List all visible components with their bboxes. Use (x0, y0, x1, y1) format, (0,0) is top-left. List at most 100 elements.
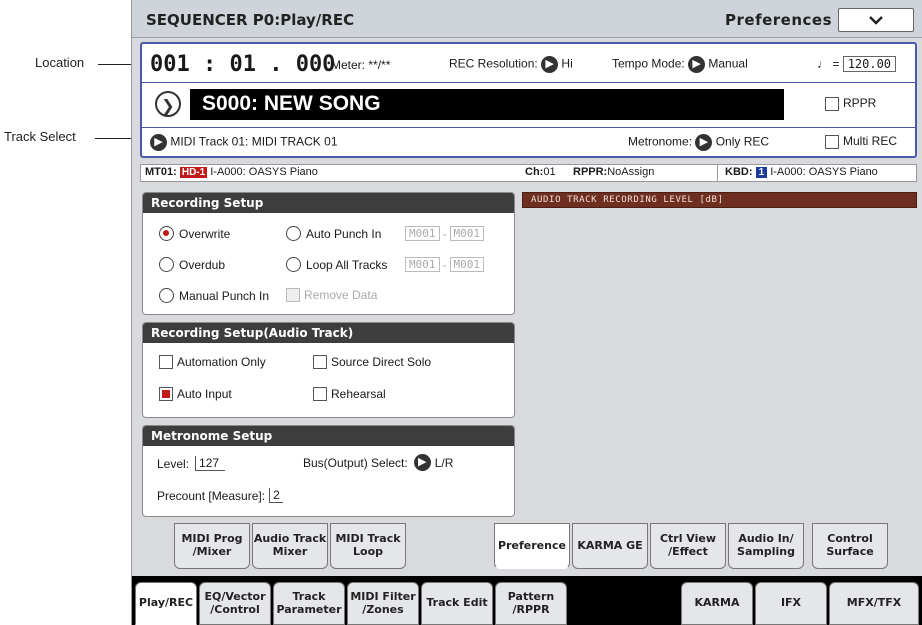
multi-rec-checkbox[interactable]: Multi REC (825, 134, 897, 149)
source-direct-solo-option[interactable]: Source Direct Solo (313, 355, 431, 369)
loop-all-option[interactable]: Loop All Tracks (286, 257, 387, 272)
rehearsal-check-box[interactable] (313, 387, 327, 401)
tab-track-parameter[interactable]: Track Parameter (273, 582, 345, 625)
chevron-right-icon[interactable]: ▶ (695, 134, 713, 151)
page-menu-button[interactable] (838, 8, 914, 32)
tab-midi-prog-mixer[interactable]: MIDI Prog /Mixer (174, 523, 250, 569)
metronome-setup-header: Metronome Setup (143, 426, 514, 446)
auto-punch-option[interactable]: Auto Punch In (286, 226, 381, 241)
overdub-label: Overdub (179, 257, 226, 272)
tempo-mode-field[interactable]: Tempo Mode: ▶ Manual (612, 56, 748, 73)
metronome-level-label: Level: (157, 456, 190, 471)
bus-select-label: Bus(Output) Select: (303, 455, 408, 470)
meter-value: **/** (368, 58, 391, 72)
song-info-panel: 001 : 01 . 000 Meter: **/** REC Resoluti… (140, 42, 917, 158)
tab-midi-track-loop[interactable]: MIDI Track Loop (330, 523, 406, 569)
tab-audio-in-sampling[interactable]: Audio In/ Sampling (728, 523, 804, 569)
tab-pattern-rppr[interactable]: Pattern /RPPR (495, 582, 567, 625)
tab-eq-vector-control[interactable]: EQ/Vector /Control (199, 582, 271, 625)
tempo-label: ♩ = (817, 57, 840, 71)
source-direct-solo-check-box[interactable] (313, 355, 327, 369)
bus-select-value[interactable]: L/R (435, 456, 454, 470)
track-program: I-A000: OASYS Piano (210, 166, 318, 178)
automation-only-option[interactable]: Automation Only (159, 355, 266, 369)
track-select-callout: Track Select (4, 129, 76, 144)
tab-control-surface[interactable]: Control Surface (812, 523, 888, 569)
automation-only-check-box[interactable] (159, 355, 173, 369)
overdub-option[interactable]: Overdub (159, 257, 225, 272)
hd-badge: HD-1 (179, 167, 208, 178)
manual-punch-radio[interactable] (159, 288, 174, 303)
rec-resolution-value: Hi (561, 56, 573, 71)
channel-label: Ch: (525, 166, 544, 178)
track-select-value: MIDI Track 01: MIDI TRACK 01 (170, 134, 338, 149)
rppr-check-box[interactable] (825, 96, 839, 111)
tempo-mode-value: Manual (708, 56, 748, 71)
metronome-level-value[interactable]: 127 (195, 456, 226, 471)
precount-value[interactable]: 2 (269, 488, 283, 503)
mode-title: SEQUENCER P0:Play/REC (146, 11, 355, 29)
precount-label: Precount [Measure]: (157, 488, 266, 503)
rppr-checkbox[interactable]: RPPR (825, 96, 876, 111)
meter-field[interactable]: Meter: **/** (331, 58, 390, 72)
song-name[interactable]: S000: NEW SONG (190, 89, 784, 120)
channel-status: Ch:01 (525, 166, 556, 178)
tempo-value[interactable]: 120.00 (842, 56, 897, 72)
metronome-setup-section: Metronome Setup Level: 127 Bus(Output) S… (142, 425, 515, 517)
metronome-field[interactable]: Metronome: ▶ Only REC (628, 134, 769, 151)
overwrite-label: Overwrite (179, 226, 231, 241)
rppr-status-value: NoAssign (607, 166, 655, 178)
tab-track-edit[interactable]: Track Edit (421, 582, 493, 625)
loop-end[interactable]: M001 (449, 257, 484, 272)
chevron-right-icon[interactable]: ▶ (413, 454, 431, 471)
overdub-radio[interactable] (159, 257, 174, 272)
tab-karma-ge[interactable]: KARMA GE (572, 523, 648, 569)
chevron-right-icon[interactable]: ▶ (688, 56, 706, 73)
tab-karma[interactable]: KARMA (681, 582, 753, 625)
auto-punch-end[interactable]: M001 (449, 226, 484, 241)
location-readout[interactable]: 001 : 01 . 000 (150, 52, 335, 77)
kbd-badge: 1 (755, 167, 768, 178)
tab-midi-filter-zones[interactable]: MIDI Filter /Zones (347, 582, 419, 625)
chevron-right-icon[interactable]: ▶ (150, 134, 167, 151)
remove-data-check-box[interactable] (286, 288, 300, 302)
auto-input-option[interactable]: Auto Input (159, 387, 232, 401)
chevron-down-icon (869, 16, 883, 25)
automation-only-label: Automation Only (177, 355, 266, 369)
kbd-label: KBD: (725, 166, 753, 178)
tab-audio-track-mixer[interactable]: Audio Track Mixer (252, 523, 328, 569)
multi-rec-check-box[interactable] (825, 134, 839, 149)
chevron-right-icon[interactable]: ▶ (541, 56, 559, 73)
loop-start[interactable]: M001 (405, 257, 440, 272)
track-status-strip: MT01: HD-1 I-A000: OASYS Piano Ch:01 RPP… (140, 164, 917, 182)
rehearsal-label: Rehearsal (331, 387, 386, 401)
song-select-button[interactable]: ❯ (155, 91, 181, 117)
track-label: MT01: (145, 166, 177, 178)
auto-punch-start[interactable]: M001 (405, 226, 440, 241)
rec-resolution-field[interactable]: REC Resolution: ▶ Hi (449, 56, 573, 73)
tab-ifx[interactable]: IFX (755, 582, 827, 625)
audio-recording-setup-header: Recording Setup(Audio Track) (143, 323, 514, 343)
loop-all-radio[interactable] (286, 257, 301, 272)
auto-punch-radio[interactable] (286, 226, 301, 241)
channel-value: 01 (543, 166, 556, 178)
loop-range: M001 - M001 (405, 257, 484, 272)
tab-ctrl-view-effect[interactable]: Ctrl View /Effect (650, 523, 726, 569)
tab-mfx-tfx[interactable]: MFX/TFX (829, 582, 919, 625)
auto-input-check-box[interactable] (159, 387, 173, 401)
overwrite-option[interactable]: Overwrite (159, 226, 230, 241)
auto-input-label: Auto Input (177, 387, 232, 401)
tab-play-rec[interactable]: Play/REC (135, 582, 197, 625)
auto-punch-label: Auto Punch In (306, 226, 382, 241)
overwrite-radio[interactable] (159, 226, 174, 241)
remove-data-option[interactable]: Remove Data (286, 288, 377, 302)
rec-resolution-label: REC Resolution: (449, 56, 538, 71)
track-select-field[interactable]: ▶ MIDI Track 01: MIDI TRACK 01 (150, 134, 338, 151)
tempo-field[interactable]: ♩ = 120.00 (817, 56, 897, 72)
recording-setup-section: Recording Setup Overwrite Overdub Manual… (142, 192, 515, 315)
tempo-mode-label: Tempo Mode: (612, 56, 685, 71)
rehearsal-option[interactable]: Rehearsal (313, 387, 386, 401)
source-direct-solo-label: Source Direct Solo (331, 355, 432, 369)
manual-punch-option[interactable]: Manual Punch In (159, 288, 269, 303)
tab-preference[interactable]: Preference (494, 523, 570, 569)
